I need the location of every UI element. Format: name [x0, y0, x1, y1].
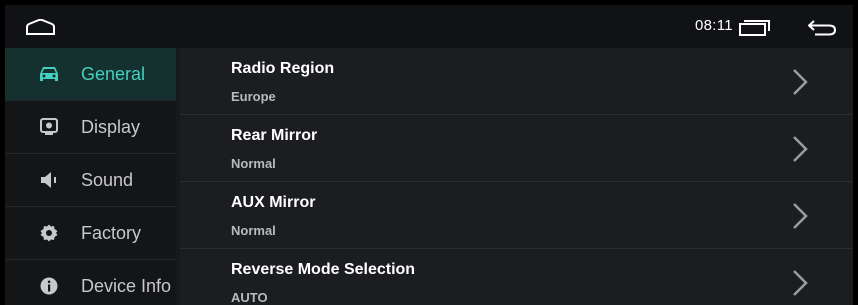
sidebar-item-label: Factory	[81, 222, 142, 243]
sidebar-item-label: Display	[81, 116, 141, 137]
chevron-right-icon	[793, 203, 808, 229]
settings-screen: 08:11 General Display Sound Factory Devi…	[5, 5, 853, 305]
car-icon	[38, 63, 60, 85]
setting-value: AUTO	[231, 290, 268, 305]
setting-row-aux-mirror[interactable]: AUX Mirror Normal	[180, 182, 853, 248]
sidebar-item-display[interactable]: Display	[5, 101, 176, 153]
status-bar: 08:11	[5, 5, 853, 48]
speaker-icon	[38, 169, 60, 191]
sidebar-item-factory[interactable]: Factory	[5, 207, 176, 259]
recent-apps-icon[interactable]	[738, 20, 771, 36]
sidebar: General Display Sound Factory Device Inf…	[5, 48, 176, 305]
status-clock: 08:11	[695, 17, 733, 34]
sidebar-item-sound[interactable]: Sound	[5, 154, 176, 206]
gear-icon	[38, 222, 60, 244]
sidebar-item-label: Device Info	[81, 275, 172, 296]
sidebar-item-general[interactable]: General	[5, 48, 176, 100]
setting-value: Normal	[231, 223, 276, 238]
setting-title: Reverse Mode Selection	[231, 261, 416, 278]
home-icon[interactable]	[25, 19, 56, 35]
setting-row-reverse-mode[interactable]: Reverse Mode Selection AUTO	[180, 249, 853, 305]
sidebar-item-device-info[interactable]: Device Info	[5, 260, 176, 305]
chevron-right-icon	[793, 270, 808, 296]
setting-title: Rear Mirror	[231, 127, 318, 144]
setting-title: Radio Region	[231, 60, 335, 77]
setting-row-radio-region[interactable]: Radio Region Europe	[180, 48, 853, 114]
sidebar-item-label: General	[81, 63, 146, 84]
back-arrow-icon[interactable]	[807, 19, 837, 37]
chevron-right-icon	[793, 136, 808, 162]
setting-title: AUX Mirror	[231, 194, 316, 211]
sidebar-item-label: Sound	[81, 169, 134, 190]
chevron-right-icon	[793, 69, 808, 95]
setting-value: Normal	[231, 156, 276, 171]
info-icon	[38, 275, 60, 297]
setting-value: Europe	[231, 89, 276, 104]
display-icon	[38, 116, 60, 138]
setting-row-rear-mirror[interactable]: Rear Mirror Normal	[180, 115, 853, 181]
